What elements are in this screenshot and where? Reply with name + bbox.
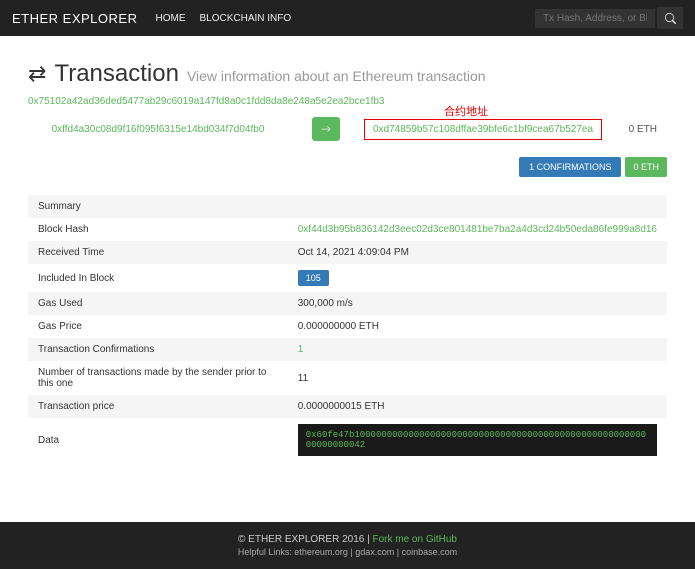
summary-header: Summary — [28, 195, 667, 218]
page-subtitle: View information about an Ethereum trans… — [187, 68, 486, 84]
row-value: 0.0000000015 ETH — [288, 395, 667, 418]
page-title: Transaction — [54, 60, 179, 88]
row-value: 0xf44d3b95b836142d3eec02d3ce801481be7ba2… — [288, 218, 667, 241]
table-row: Number of transactions made by the sende… — [28, 361, 667, 395]
search-wrap — [535, 7, 683, 29]
table-row: Gas Price0.000000000 ETH — [28, 315, 667, 338]
arrow-button[interactable] — [312, 117, 340, 141]
confirm-row: 1 CONFIRMATIONS 0 ETH — [28, 157, 667, 177]
confirmations-button[interactable]: 1 CONFIRMATIONS — [519, 157, 621, 177]
search-button[interactable] — [657, 7, 683, 29]
footer-links: Helpful Links: ethereum.org | gdax.com |… — [0, 547, 695, 557]
table-row: Included In Block 105 — [28, 264, 667, 292]
to-address[interactable]: 0xd74859b57c108dffae39bfe6c1bf9cea67b527… — [364, 119, 602, 140]
row-value: 0.000000000 ETH — [288, 315, 667, 338]
table-row: Block Hash0xf44d3b95b836142d3eec02d3ce80… — [28, 218, 667, 241]
nav-blockchain[interactable]: BLOCKCHAIN INFO — [199, 13, 291, 24]
to-address-annotation: 合约地址 — [444, 103, 488, 119]
search-input[interactable] — [535, 9, 655, 28]
address-row: 0xffd4a30c08d9f16f095f6315e14bd034f7d04f… — [28, 117, 667, 141]
row-value: Oct 14, 2021 4:09:04 PM — [288, 241, 667, 264]
row-value: 0x60fe47b1000000000000000000000000000000… — [288, 418, 667, 462]
search-icon — [665, 13, 676, 24]
arrow-right-icon — [321, 124, 331, 134]
footer: © ETHER EXPLORER 2016 | Fork me on GitHu… — [0, 522, 695, 569]
navbar: ETHER EXPLORER HOME BLOCKCHAIN INFO — [0, 0, 695, 36]
eth-amount-button[interactable]: 0 ETH — [625, 157, 667, 177]
row-key: Number of transactions made by the sende… — [28, 361, 288, 395]
tx-amount: 0 ETH — [602, 124, 667, 135]
brand[interactable]: ETHER EXPLORER — [12, 11, 137, 26]
table-row: Transaction Confirmations1 — [28, 338, 667, 361]
row-key: Block Hash — [28, 218, 288, 241]
row-key: Data — [28, 418, 288, 462]
footer-fork-link[interactable]: Fork me on GitHub — [372, 534, 456, 545]
row-value: 300,000 m/s — [288, 292, 667, 315]
table-row: Gas Used300,000 m/s — [28, 292, 667, 315]
row-key: Included In Block — [28, 264, 288, 292]
row-key: Transaction Confirmations — [28, 338, 288, 361]
block-badge[interactable]: 105 — [298, 270, 329, 286]
row-key: Gas Price — [28, 315, 288, 338]
table-row: Data 0x60fe47b100000000000000000000000000… — [28, 418, 667, 462]
data-hex: 0x60fe47b1000000000000000000000000000000… — [298, 424, 657, 456]
row-key: Received Time — [28, 241, 288, 264]
footer-copy: © ETHER EXPLORER 2016 | — [238, 534, 372, 545]
nav-home[interactable]: HOME — [155, 13, 185, 24]
table-row: Transaction price0.0000000015 ETH — [28, 395, 667, 418]
row-value: 105 — [288, 264, 667, 292]
page-title-row: ⇄ Transaction View information about an … — [28, 60, 667, 88]
tx-hash[interactable]: 0x75102a42ad36ded5477ab29c6019a147fd8a0c… — [28, 96, 667, 107]
table-row: Received TimeOct 14, 2021 4:09:04 PM — [28, 241, 667, 264]
from-address[interactable]: 0xffd4a30c08d9f16f095f6315e14bd034f7d04f… — [28, 124, 288, 135]
row-value: 11 — [288, 361, 667, 395]
row-key: Transaction price — [28, 395, 288, 418]
row-key: Gas Used — [28, 292, 288, 315]
row-value: 1 — [288, 338, 667, 361]
transfer-icon: ⇄ — [28, 61, 46, 87]
summary-table: Summary Block Hash0xf44d3b95b836142d3eec… — [28, 195, 667, 462]
